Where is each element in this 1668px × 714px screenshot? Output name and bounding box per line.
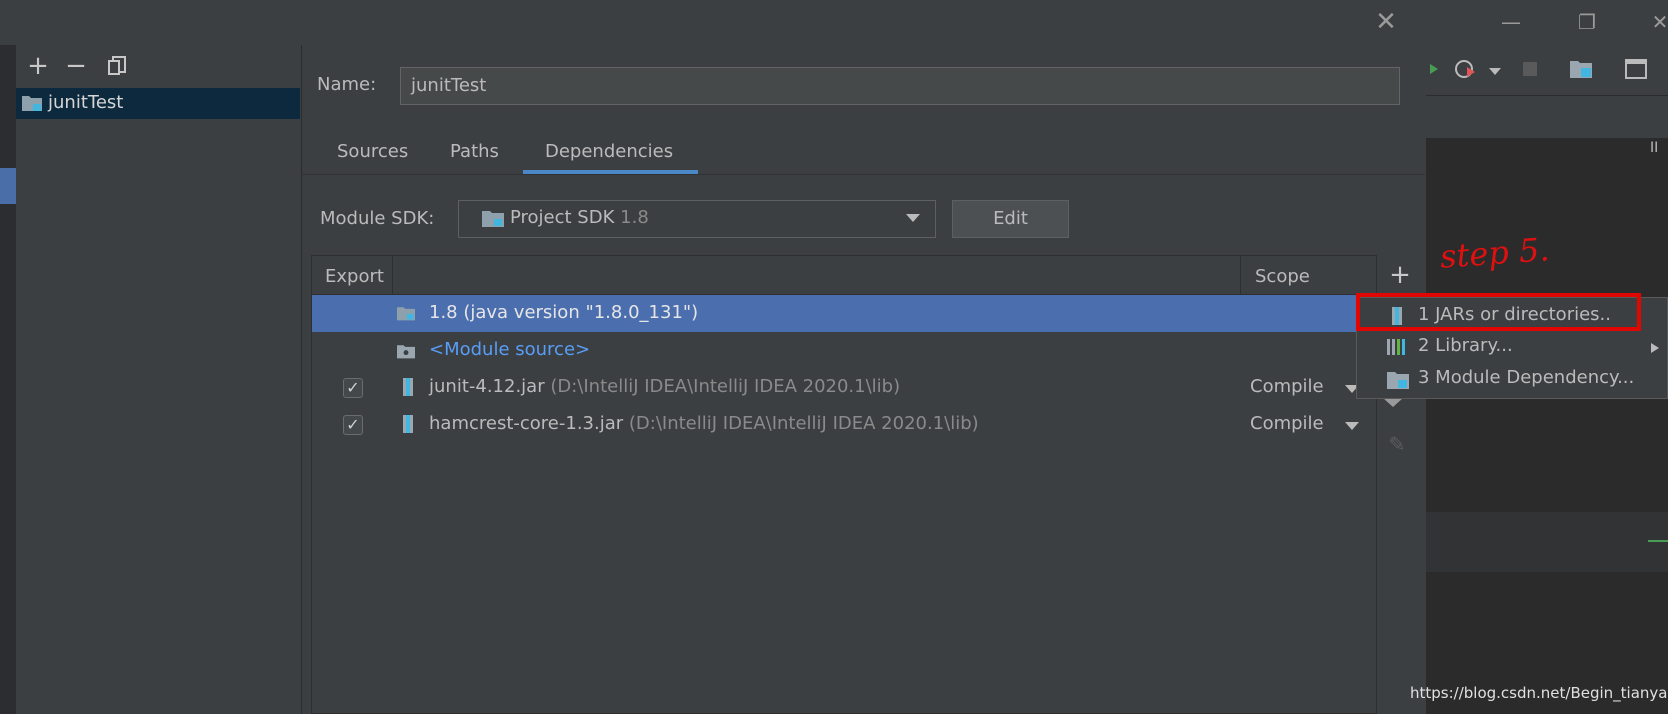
jar-icon	[403, 415, 413, 433]
menu-item-label: 3 Module Dependency...	[1418, 367, 1635, 388]
jar-path: (D:\IntelliJ IDEA\IntelliJ IDEA 2020.1\l…	[628, 413, 979, 434]
library-icon	[1387, 339, 1405, 355]
export-checkbox[interactable]: ✓	[343, 378, 363, 398]
status-indicator	[1648, 540, 1668, 542]
module-folder-icon	[22, 96, 42, 111]
menu-item-module-dependency[interactable]: 3 Module Dependency...	[1380, 364, 1668, 396]
module-sdk-version: 1.8	[620, 207, 649, 228]
module-list-label: junitTest	[48, 92, 124, 113]
add-module-button[interactable]: +	[25, 53, 51, 80]
window-layout-icon[interactable]	[1624, 58, 1648, 80]
left-sidebar-strip	[0, 45, 16, 714]
module-icon	[1387, 372, 1409, 389]
scope-value[interactable]: Compile	[1250, 413, 1324, 434]
close-icon[interactable]: ✕	[1372, 8, 1400, 36]
table-header	[312, 256, 1376, 295]
dependency-name: <Module source>	[429, 339, 591, 360]
menu-item-library[interactable]: 2 Library...	[1380, 332, 1668, 364]
tabs-divider	[301, 174, 1425, 175]
modules-panel	[16, 45, 302, 714]
menu-item-label: 2 Library...	[1418, 335, 1513, 356]
module-sdk-label: Module SDK:	[320, 208, 435, 229]
column-separator[interactable]	[392, 256, 393, 294]
edit-pencil-icon[interactable]: ✎	[1385, 432, 1409, 456]
chevron-down-icon[interactable]	[906, 214, 920, 222]
stop-icon[interactable]	[1521, 60, 1539, 78]
copy-icon	[108, 56, 126, 75]
column-header-scope[interactable]: Scope	[1255, 266, 1310, 287]
jar-name: junit-4.12.jar	[429, 376, 545, 397]
copy-module-button[interactable]	[104, 54, 130, 80]
annotation-step-label: step 5.	[1438, 230, 1551, 276]
edit-sdk-button[interactable]: Edit	[952, 200, 1069, 238]
ide-panel-strip	[1426, 512, 1668, 572]
minimize-icon[interactable]: —	[1496, 10, 1526, 36]
dependency-name: junit-4.12.jar (D:\IntelliJ IDEA\Intelli…	[429, 376, 900, 397]
remove-module-button[interactable]: −	[63, 53, 89, 80]
tab-dependencies[interactable]: Dependencies	[545, 141, 673, 162]
pause-icon[interactable]: II	[1650, 140, 1658, 156]
dependency-name: 1.8 (java version "1.8.0_131")	[429, 302, 699, 323]
jar-path: (D:\IntelliJ IDEA\IntelliJ IDEA 2020.1\l…	[550, 376, 901, 397]
jar-icon	[403, 378, 413, 396]
window-close-icon[interactable]: ✕	[1645, 10, 1668, 36]
name-label: Name:	[317, 74, 377, 95]
left-strip-selected[interactable]	[0, 168, 16, 204]
chevron-down-icon[interactable]	[1488, 66, 1502, 76]
module-sdk-value: Project SDK 1.8	[510, 207, 649, 228]
add-dependency-button[interactable]: +	[1380, 260, 1420, 290]
jar-name: hamcrest-core-1.3.jar	[429, 413, 624, 434]
move-down-icon[interactable]	[1383, 398, 1403, 407]
submenu-arrow-icon	[1651, 343, 1659, 353]
profile-icon[interactable]	[1454, 58, 1480, 80]
column-separator[interactable]	[1240, 256, 1241, 294]
jdk-folder-icon	[397, 307, 415, 321]
chevron-down-icon[interactable]	[1345, 422, 1359, 430]
restore-icon[interactable]: ❐	[1572, 10, 1602, 36]
watermark: https://blog.csdn.net/Begin_tianyan	[1410, 684, 1668, 702]
annotation-highlight-box	[1356, 293, 1641, 331]
scope-value[interactable]: Compile	[1250, 376, 1324, 397]
ide-tabbar	[1426, 96, 1668, 139]
column-header-export[interactable]: Export	[325, 266, 384, 287]
dialog-titlebar	[0, 0, 1426, 45]
tab-sources[interactable]: Sources	[337, 141, 408, 162]
project-structure-icon[interactable]	[1569, 58, 1593, 80]
export-checkbox[interactable]: ✓	[343, 415, 363, 435]
module-name-field[interactable]: junitTest	[400, 67, 1400, 105]
dependency-name: hamcrest-core-1.3.jar (D:\IntelliJ IDEA\…	[429, 413, 979, 434]
run-icon[interactable]	[1428, 62, 1440, 76]
jdk-folder-icon	[482, 211, 504, 227]
module-source-icon	[397, 345, 415, 359]
tab-paths[interactable]: Paths	[450, 141, 499, 162]
ide-titlebar	[1426, 0, 1668, 45]
